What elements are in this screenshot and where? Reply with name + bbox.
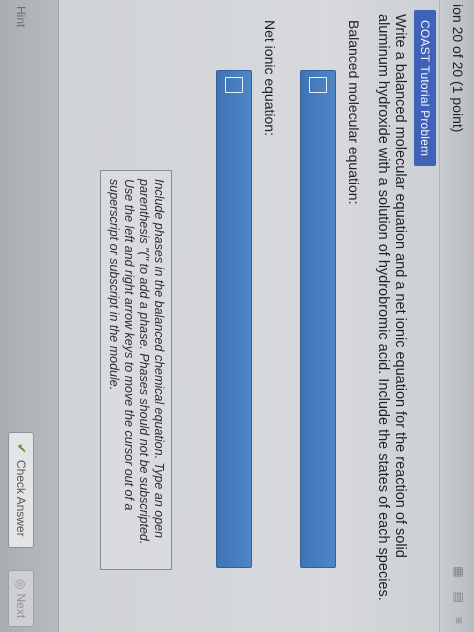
molecular-equation-input[interactable] <box>300 70 336 568</box>
check-answer-label: Check Answer <box>14 459 28 537</box>
check-answer-button[interactable]: ✔ Check Answer <box>8 432 34 548</box>
phase-instructions: Include phases in the balanced chemical … <box>100 170 172 570</box>
tutorial-badge: COAST Tutorial Problem <box>414 10 436 167</box>
bottom-bar: Hint ✔ Check Answer ◎ Next <box>0 0 59 632</box>
net-ionic-equation-label: Net ionic equation: <box>262 20 278 136</box>
calculator-icon[interactable]: ▦ <box>452 566 466 577</box>
check-icon: ✔ <box>14 443 29 454</box>
question-number: ion 20 of 20 (1 point) <box>450 4 466 133</box>
input-cursor-placeholder <box>225 77 243 93</box>
periodic-table-icon[interactable]: ▤ <box>452 592 466 603</box>
input-cursor-placeholder <box>309 77 327 93</box>
next-label: Next <box>14 593 28 619</box>
next-icon: ◎ <box>14 579 28 590</box>
next-button[interactable]: ◎ Next <box>8 570 34 628</box>
top-bar: ion 20 of 20 (1 point) ▦ ▤ ≡ <box>439 0 474 632</box>
top-toolbar-icons: ▦ ▤ ≡ <box>452 566 466 624</box>
screen: ion 20 of 20 (1 point) ▦ ▤ ≡ COAST Tutor… <box>0 0 474 632</box>
menu-icon[interactable]: ≡ <box>452 617 466 624</box>
problem-prompt: Write a balanced molecular equation and … <box>375 14 408 601</box>
net-ionic-equation-input[interactable] <box>216 70 252 568</box>
hint-link[interactable]: Hint <box>14 6 28 27</box>
molecular-equation-label: Balanced molecular equation: <box>346 20 362 205</box>
